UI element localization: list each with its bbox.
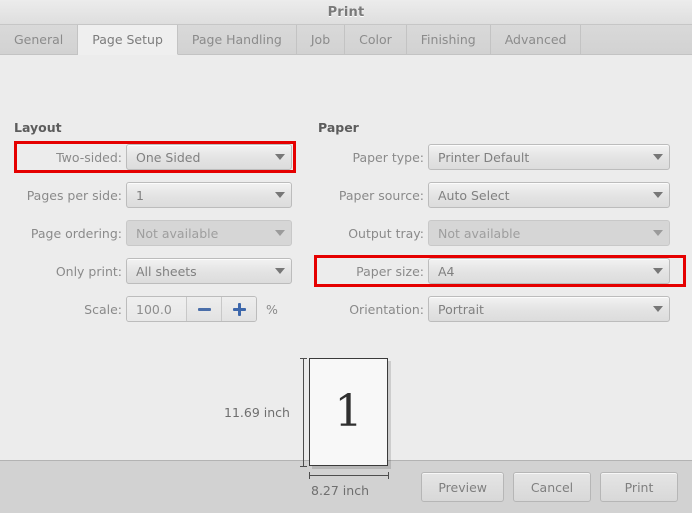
tab-color[interactable]: Color: [345, 25, 407, 54]
minus-icon: [197, 307, 211, 311]
only-print-label: Only print:: [55, 263, 122, 279]
print-dialog: Print General Page Setup Page Handling J…: [0, 0, 692, 513]
orientation-value: Portrait: [438, 301, 484, 317]
only-print-value: All sheets: [136, 263, 197, 279]
chevron-down-icon: [275, 268, 285, 274]
page-width-label: 8.27 inch: [311, 483, 369, 498]
paper-type-dropdown[interactable]: Printer Default: [428, 144, 670, 170]
output-tray-dropdown: Not available: [428, 220, 670, 246]
field-page-ordering: Page ordering: Not available: [14, 220, 296, 246]
field-two-sided: Two-sided: One Sided: [14, 144, 296, 170]
tab-finishing[interactable]: Finishing: [406, 25, 491, 54]
chevron-down-icon: [653, 230, 663, 236]
page-height-label: 11.69 inch: [224, 405, 290, 420]
paper-type-value: Printer Default: [438, 149, 530, 165]
page-preview: 1 11.69 inch 8.27 inch: [0, 343, 692, 511]
page-setup-panel: Layout Two-sided: One Sided Pages per si…: [0, 55, 692, 498]
output-tray-value: Not available: [438, 225, 521, 241]
output-tray-label: Output tray:: [348, 225, 424, 241]
paper-source-dropdown[interactable]: Auto Select: [428, 182, 670, 208]
chevron-down-icon: [653, 192, 663, 198]
ruler-cap-right: [388, 472, 389, 479]
field-paper-type: Paper type: Printer Default: [318, 144, 678, 170]
field-only-print: Only print: All sheets: [14, 258, 296, 284]
two-sided-value: One Sided: [136, 149, 201, 165]
ruler-line-horizontal: [309, 475, 389, 476]
chevron-down-icon: [275, 192, 285, 198]
pages-per-side-value: 1: [136, 187, 144, 203]
scale-unit-label: %: [266, 301, 278, 317]
page-ordering-dropdown: Not available: [126, 220, 292, 246]
page-width-ruler: [309, 472, 389, 479]
page-ordering-value: Not available: [136, 225, 219, 241]
paper-source-label: Paper source:: [338, 187, 424, 203]
plus-icon: [232, 302, 246, 316]
window-title: Print: [327, 4, 365, 20]
page-height-ruler: [300, 358, 307, 467]
paper-section-title: Paper: [318, 120, 359, 135]
field-scale: Scale: 100.0 %: [14, 296, 296, 322]
tab-job[interactable]: Job: [296, 25, 346, 54]
paper-size-value: A4: [438, 263, 455, 279]
field-orientation: Orientation: Portrait: [318, 296, 678, 322]
chevron-down-icon: [653, 268, 663, 274]
chevron-down-icon: [653, 154, 663, 160]
scale-input[interactable]: 100.0: [127, 297, 187, 321]
field-pages-per-side: Pages per side: 1: [14, 182, 296, 208]
scale-stepper[interactable]: 100.0: [126, 296, 257, 322]
page-ordering-label: Page ordering:: [30, 225, 122, 241]
two-sided-dropdown[interactable]: One Sided: [126, 144, 292, 170]
paper-type-label: Paper type:: [352, 149, 424, 165]
titlebar: Print: [0, 0, 692, 25]
chevron-down-icon: [275, 230, 285, 236]
scale-decrement-button[interactable]: [187, 297, 221, 321]
layout-section-title: Layout: [14, 120, 62, 135]
scale-label: Scale:: [84, 301, 122, 317]
orientation-label: Orientation:: [349, 301, 424, 317]
ruler-line-vertical: [303, 358, 304, 467]
field-paper-size: Paper size: A4: [318, 258, 678, 284]
field-paper-source: Paper source: Auto Select: [318, 182, 678, 208]
chevron-down-icon: [653, 306, 663, 312]
tab-page-setup[interactable]: Page Setup: [78, 25, 178, 55]
pages-per-side-label: Pages per side:: [26, 187, 122, 203]
two-sided-label: Two-sided:: [56, 149, 122, 165]
tab-advanced[interactable]: Advanced: [490, 25, 582, 54]
pages-per-side-dropdown[interactable]: 1: [126, 182, 292, 208]
paper-size-label: Paper size:: [356, 263, 424, 279]
tab-strip: General Page Setup Page Handling Job Col…: [0, 25, 692, 55]
paper-source-value: Auto Select: [438, 187, 510, 203]
field-output-tray: Output tray: Not available: [318, 220, 678, 246]
tab-page-handling[interactable]: Page Handling: [177, 25, 297, 54]
scale-increment-button[interactable]: [221, 297, 256, 321]
paper-size-dropdown[interactable]: A4: [428, 258, 670, 284]
tab-strip-filler: [581, 25, 692, 54]
only-print-dropdown[interactable]: All sheets: [126, 258, 292, 284]
ruler-cap-bottom: [300, 466, 307, 467]
page-number-label: 1: [334, 386, 363, 437]
chevron-down-icon: [275, 154, 285, 160]
tab-general[interactable]: General: [0, 25, 79, 54]
orientation-dropdown[interactable]: Portrait: [428, 296, 670, 322]
page-preview-sheet: 1: [309, 358, 388, 466]
